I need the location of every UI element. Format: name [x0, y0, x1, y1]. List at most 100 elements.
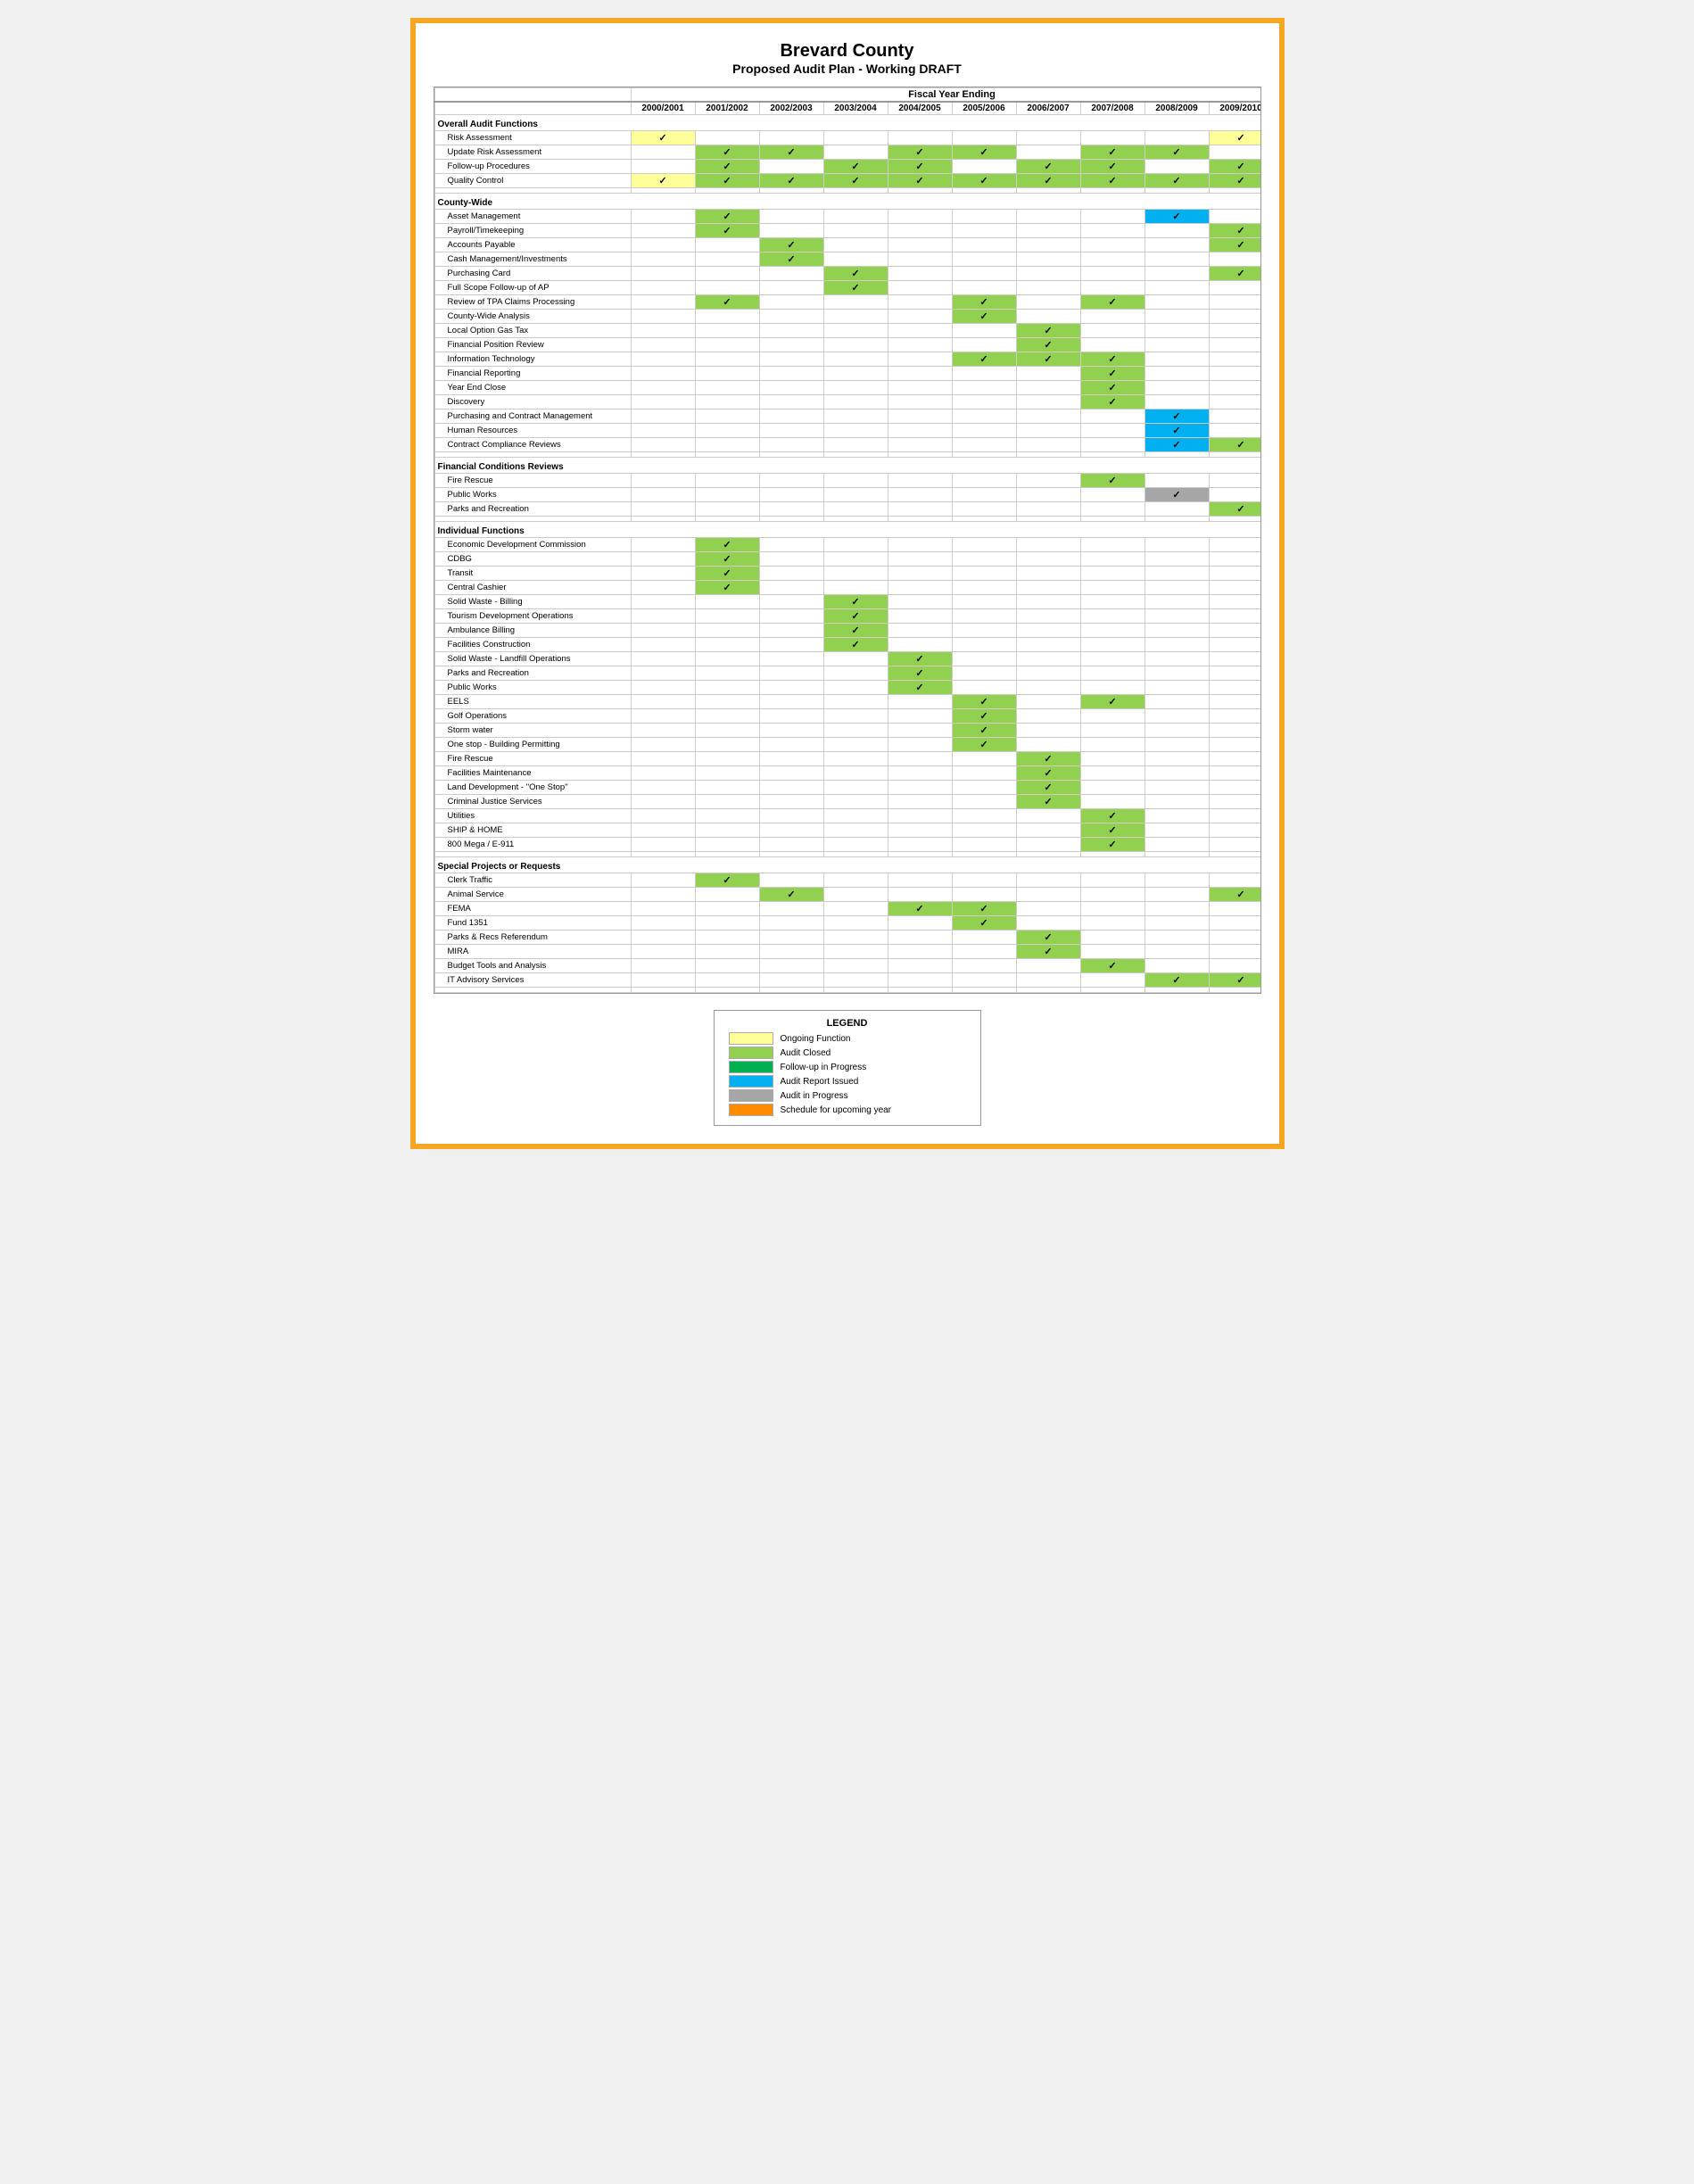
cell-8-0 — [631, 652, 695, 666]
spacer-row — [434, 988, 1261, 993]
row-label: FEMA — [434, 902, 631, 916]
cell-9-6: ✓ — [1016, 338, 1080, 352]
checkmark: ✓ — [1236, 889, 1244, 900]
cell-19-5 — [952, 809, 1016, 823]
cell-2-1 — [695, 902, 759, 916]
cell-14-7 — [1080, 410, 1144, 424]
legend-section: LEGEND Ongoing FunctionAudit ClosedFollo… — [434, 1010, 1261, 1126]
cell-11-7: ✓ — [1080, 367, 1144, 381]
cell-7-7 — [1080, 310, 1144, 324]
row-label: Parks and Recreation — [434, 502, 631, 517]
cell-0-8 — [1144, 474, 1209, 488]
cell-18-6: ✓ — [1016, 795, 1080, 809]
sub-title: Proposed Audit Plan - Working DRAFT — [434, 62, 1261, 76]
checkmark: ✓ — [723, 297, 731, 308]
cell-4-8 — [1144, 931, 1209, 945]
cell-0-3 — [823, 131, 888, 145]
cell-1-7 — [1080, 488, 1144, 502]
cell-4-7 — [1080, 595, 1144, 609]
cell-4-6 — [1016, 267, 1080, 281]
cell-8-5 — [952, 324, 1016, 338]
cell-0-8 — [1144, 538, 1209, 552]
table-row: Discovery✓ — [434, 395, 1261, 410]
cell-4-0 — [631, 267, 695, 281]
table-row: Follow-up Procedures✓✓✓✓✓✓ — [434, 160, 1261, 174]
cell-5-0 — [631, 609, 695, 624]
cell-8-6 — [1016, 652, 1080, 666]
cell-5-5 — [952, 609, 1016, 624]
cell-14-5 — [952, 410, 1016, 424]
cell-11-1 — [695, 367, 759, 381]
cell-2-9: ✓ — [1209, 502, 1261, 517]
cell-2-1 — [695, 238, 759, 252]
cell-11-0 — [631, 695, 695, 709]
row-label: Risk Assessment — [434, 131, 631, 145]
cell-3-5: ✓ — [952, 174, 1016, 188]
cell-7-3 — [823, 973, 888, 988]
checkmark: ✓ — [787, 889, 795, 900]
cell-1-5 — [952, 488, 1016, 502]
cell-0-1 — [695, 474, 759, 488]
table-row: Ambulance Billing✓ — [434, 624, 1261, 638]
checkmark: ✓ — [1236, 504, 1244, 515]
cell-1-8 — [1144, 224, 1209, 238]
cell-5-1 — [695, 281, 759, 295]
cell-15-7 — [1080, 752, 1144, 766]
cell-0-7 — [1080, 131, 1144, 145]
cell-17-4 — [888, 781, 952, 795]
checkmark: ✓ — [1172, 211, 1180, 222]
cell-4-9 — [1209, 931, 1261, 945]
cell-8-8 — [1144, 652, 1209, 666]
cell-15-7 — [1080, 424, 1144, 438]
cell-4-3 — [823, 931, 888, 945]
checkmark: ✓ — [1108, 383, 1116, 393]
checkmark: ✓ — [851, 597, 859, 608]
cell-6-7: ✓ — [1080, 959, 1144, 973]
cell-7-7 — [1080, 973, 1144, 988]
checkmark: ✓ — [787, 147, 795, 158]
cell-14-4 — [888, 410, 952, 424]
table-row: Full Scope Follow-up of AP✓ — [434, 281, 1261, 295]
cell-1-6 — [1016, 552, 1080, 567]
row-label: Golf Operations — [434, 709, 631, 724]
legend-row: Ongoing Function — [729, 1032, 966, 1045]
checkmark: ✓ — [1236, 240, 1244, 251]
cell-1-0 — [631, 488, 695, 502]
cell-16-5 — [952, 766, 1016, 781]
row-label: Purchasing and Contract Management — [434, 410, 631, 424]
cell-17-7 — [1080, 781, 1144, 795]
cell-10-7 — [1080, 681, 1144, 695]
cell-15-3 — [823, 752, 888, 766]
cell-8-7 — [1080, 652, 1144, 666]
cell-3-9 — [1209, 916, 1261, 931]
table-row: Parks and Recreation✓ — [434, 666, 1261, 681]
cell-12-3 — [823, 381, 888, 395]
cell-2-2: ✓ — [759, 238, 823, 252]
cell-10-2 — [759, 681, 823, 695]
cell-21-7: ✓ — [1080, 838, 1144, 852]
row-label: Local Option Gas Tax — [434, 324, 631, 338]
cell-1-8: ✓ — [1144, 488, 1209, 502]
cell-17-2 — [759, 781, 823, 795]
cell-3-9 — [1209, 252, 1261, 267]
cell-11-3 — [823, 367, 888, 381]
table-row: Purchasing Card✓✓ — [434, 267, 1261, 281]
checkmark: ✓ — [1044, 782, 1052, 793]
cell-3-6 — [1016, 581, 1080, 595]
row-label: IT Advisory Services — [434, 973, 631, 988]
cell-2-3 — [823, 567, 888, 581]
cell-1-0 — [631, 888, 695, 902]
table-row: 800 Mega / E-911✓ — [434, 838, 1261, 852]
cell-17-1 — [695, 781, 759, 795]
cell-0-0 — [631, 873, 695, 888]
table-row: Year End Close✓ — [434, 381, 1261, 395]
checkmark: ✓ — [979, 725, 987, 736]
cell-0-2 — [759, 131, 823, 145]
cell-5-1 — [695, 945, 759, 959]
table-row: Update Risk Assessment✓✓✓✓✓✓ — [434, 145, 1261, 160]
cell-16-8: ✓ — [1144, 438, 1209, 452]
cell-17-3 — [823, 781, 888, 795]
legend-color-swatch — [729, 1089, 773, 1102]
legend-row: Audit Closed — [729, 1046, 966, 1059]
year-label-empty — [434, 102, 631, 115]
